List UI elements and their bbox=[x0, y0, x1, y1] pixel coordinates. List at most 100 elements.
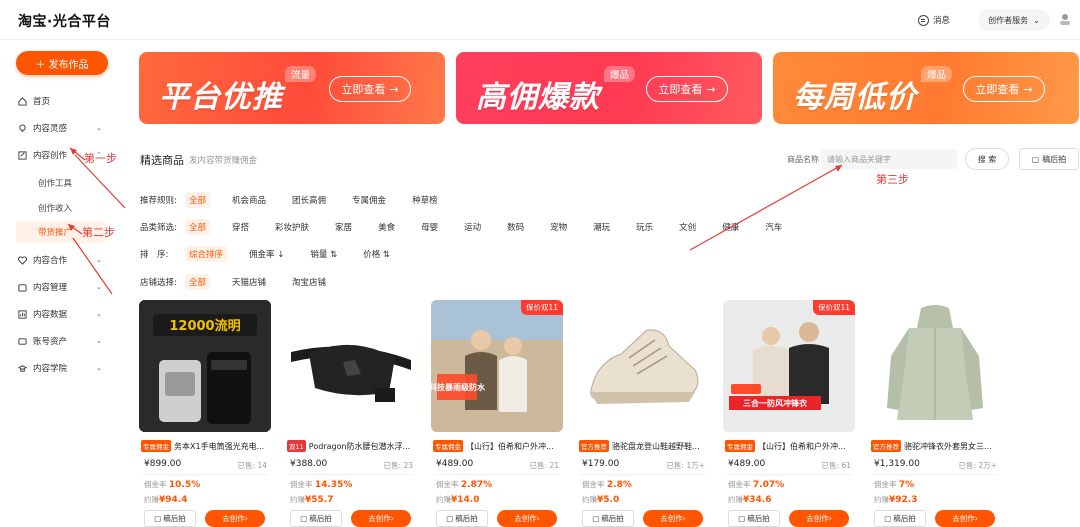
filter-option[interactable]: 汽车 bbox=[761, 219, 786, 235]
product-name[interactable]: 官方推荐 骆驼盘龙登山鞋越野鞋... bbox=[579, 440, 707, 452]
banner-view-button[interactable]: 立即查看 → bbox=[329, 76, 411, 102]
platform-logo[interactable]: 淘宝·光合平台 bbox=[18, 11, 111, 31]
publish-button[interactable]: ＋ 发布作品 bbox=[16, 51, 108, 75]
commission-rate-label: 佣金率 bbox=[436, 480, 459, 489]
product-sold: 已售: 23 bbox=[383, 461, 413, 470]
sidebar-subitem-tools[interactable]: 创作工具 bbox=[38, 177, 72, 189]
avatar[interactable] bbox=[1058, 12, 1072, 26]
product-image[interactable]: 三合一防风冲锋衣 保价双11 bbox=[723, 300, 855, 432]
sidebar-item-assets[interactable]: 账号资产 ⌄ bbox=[18, 335, 108, 347]
filter-option[interactable]: 专属佣金 bbox=[348, 192, 390, 208]
product-name[interactable]: 官方推荐 骆驼冲锋衣外套男女三... bbox=[871, 440, 999, 452]
estimated-earning-value: ¥34.6 bbox=[743, 495, 772, 505]
product-card[interactable]: 三合一防风冲锋衣 保价双11 专属佣金 【山行】伯希和户外冲... ¥489.0… bbox=[723, 300, 855, 527]
filter-option[interactable]: 穿搭 bbox=[228, 219, 253, 235]
sort-option[interactable]: 销量 ⇅ bbox=[306, 246, 341, 262]
banner-platform-recommend[interactable]: 平台优推 流量 立即查看 → bbox=[139, 52, 445, 124]
draft-shoot-button[interactable]: ▢ 稿后拍 bbox=[144, 510, 196, 527]
chart-icon bbox=[18, 309, 27, 319]
sidebar-item-academy[interactable]: 内容学院 ⌄ bbox=[18, 362, 108, 374]
product-card[interactable]: 官方推荐 骆驼盘龙登山鞋越野鞋... ¥179.00 已售: 1万+ 佣金率 2… bbox=[577, 300, 709, 527]
product-card[interactable]: 科技暴雨级防水 保价双11 专属佣金 【山行】伯希和户外冲... ¥489.00… bbox=[431, 300, 563, 527]
draft-shoot-button[interactable]: ▢ 稿后拍 bbox=[728, 510, 780, 527]
draft-shoot-button[interactable]: ▢ 稿后拍 bbox=[874, 510, 926, 527]
product-card[interactable]: 官方推荐 骆驼冲锋衣外套男女三... ¥1,319.00 已售: 2万+ 佣金率… bbox=[869, 300, 1001, 527]
filter-option[interactable]: 宠物 bbox=[546, 219, 571, 235]
banner-view-button[interactable]: 立即查看 → bbox=[646, 76, 728, 102]
filter-option[interactable]: 全部 bbox=[185, 274, 211, 290]
filter-option[interactable]: 团长高佣 bbox=[288, 192, 330, 208]
filter-option[interactable]: 彩妆护肤 bbox=[271, 219, 313, 235]
go-create-button[interactable]: 去创作 › bbox=[205, 510, 265, 527]
product-price: ¥179.00 bbox=[582, 459, 620, 469]
banner-weekly-low-price[interactable]: 每周低价 爆品 立即查看 → bbox=[773, 52, 1079, 124]
product-card[interactable]: 双11 Podragon防水腰包潜水浮... ¥388.00 已售: 23 佣金… bbox=[285, 300, 417, 527]
filter-option[interactable]: 玩乐 bbox=[632, 219, 657, 235]
jacket-couple-product-image: 科技暴雨级防水 bbox=[431, 300, 563, 432]
product-image[interactable]: 科技暴雨级防水 保价双11 bbox=[431, 300, 563, 432]
sidebar-item-inspiration[interactable]: 内容灵感 ⌄ bbox=[18, 122, 108, 134]
product-name[interactable]: 专属佣金 【山行】伯希和户外冲... bbox=[725, 440, 853, 452]
draft-icon: ▢ bbox=[592, 514, 600, 523]
banner-view-button[interactable]: 立即查看 → bbox=[963, 76, 1045, 102]
go-create-button[interactable]: 去创作 › bbox=[643, 510, 703, 527]
filter-option[interactable]: 天猫店铺 bbox=[228, 274, 270, 290]
product-image[interactable]: 12000流明 bbox=[139, 300, 271, 432]
sort-option[interactable]: 综合排序 bbox=[185, 246, 228, 262]
sidebar-item-cooperation[interactable]: 内容合作 ⌄ bbox=[18, 254, 108, 266]
chevron-down-icon: ⌄ bbox=[96, 124, 102, 132]
draft-shoot-button[interactable]: ▢ 稿后拍 bbox=[436, 510, 488, 527]
product-card[interactable]: 12000流明 专属佣金 务本X1手电筒强光充电... ¥899.00 已售: … bbox=[139, 300, 271, 527]
filter-option[interactable]: 种草榜 bbox=[408, 192, 442, 208]
filter-option[interactable]: 全部 bbox=[185, 219, 211, 235]
product-tag: 双11 bbox=[287, 440, 306, 452]
product-name[interactable]: 专属佣金 务本X1手电筒强光充电... bbox=[141, 440, 269, 452]
draft-shoot-button[interactable]: ▢ 稿后拍 bbox=[582, 510, 634, 527]
divider bbox=[435, 474, 559, 475]
edit-icon bbox=[18, 150, 27, 160]
go-create-button[interactable]: 去创作 › bbox=[497, 510, 557, 527]
filter-option[interactable]: 健康 bbox=[718, 219, 743, 235]
message-button[interactable]: 消息 bbox=[918, 14, 950, 26]
sort-toggle-icon: ⇅ bbox=[382, 250, 391, 260]
filter-option[interactable]: 家居 bbox=[331, 219, 356, 235]
product-image[interactable] bbox=[577, 300, 709, 432]
product-image[interactable] bbox=[869, 300, 1001, 432]
product-name[interactable]: 专属佣金 【山行】伯希和户外冲... bbox=[433, 440, 561, 452]
sidebar-item-home[interactable]: 首页 bbox=[18, 95, 108, 107]
commission-rate-label: 佣金率 bbox=[290, 480, 313, 489]
search-button[interactable]: 搜 索 bbox=[965, 148, 1009, 170]
product-price: ¥899.00 bbox=[144, 459, 182, 469]
sort-option[interactable]: 价格 ⇅ bbox=[359, 246, 394, 262]
filter-option[interactable]: 文创 bbox=[675, 219, 700, 235]
filter-option[interactable]: 淘宝店铺 bbox=[288, 274, 330, 290]
hiking-shoe-product-image bbox=[577, 300, 709, 432]
product-name[interactable]: 双11 Podragon防水腰包潜水浮... bbox=[287, 440, 415, 452]
commission-rate: 佣金率 2.87% bbox=[436, 479, 492, 490]
draft-shoot-button[interactable]: ▢ 稿后拍 bbox=[290, 510, 342, 527]
banner-tag: 爆品 bbox=[604, 66, 636, 82]
filter-option[interactable]: 全部 bbox=[185, 192, 211, 208]
product-search-input[interactable] bbox=[821, 149, 957, 169]
filter-row-sort: 排 序: 综合排序 佣金率 ↓ 销量 ⇅ 价格 ⇅ bbox=[140, 246, 412, 262]
filter-option[interactable]: 运动 bbox=[460, 219, 485, 235]
filter-option[interactable]: 母婴 bbox=[417, 219, 442, 235]
sidebar-item-management[interactable]: 内容管理 ⌄ bbox=[18, 281, 108, 293]
creator-service-dropdown[interactable]: 创作者服务 ⌄ bbox=[978, 9, 1050, 31]
sidebar-subitem-income[interactable]: 创作收入 bbox=[38, 202, 72, 214]
draft-shoot-button[interactable]: ▢ 稿后拍 bbox=[1019, 148, 1079, 170]
banner-high-commission[interactable]: 高佣爆款 爆品 立即查看 → bbox=[456, 52, 762, 124]
estimated-earning-label: 约赚 bbox=[144, 495, 159, 504]
go-create-button[interactable]: 去创作 › bbox=[935, 510, 995, 527]
filter-option[interactable]: 潮玩 bbox=[589, 219, 614, 235]
go-create-button[interactable]: 去创作 › bbox=[351, 510, 411, 527]
sidebar-item-data[interactable]: 内容数据 ⌄ bbox=[18, 308, 108, 320]
product-image[interactable] bbox=[285, 300, 417, 432]
product-image-text: 12000流明 bbox=[169, 318, 240, 334]
filter-option[interactable]: 美食 bbox=[374, 219, 399, 235]
filter-option[interactable]: 机会商品 bbox=[228, 192, 270, 208]
go-create-label: 去创作 bbox=[806, 514, 829, 523]
go-create-button[interactable]: 去创作 › bbox=[789, 510, 849, 527]
sort-option[interactable]: 佣金率 ↓ bbox=[245, 246, 288, 262]
filter-option[interactable]: 数码 bbox=[503, 219, 528, 235]
